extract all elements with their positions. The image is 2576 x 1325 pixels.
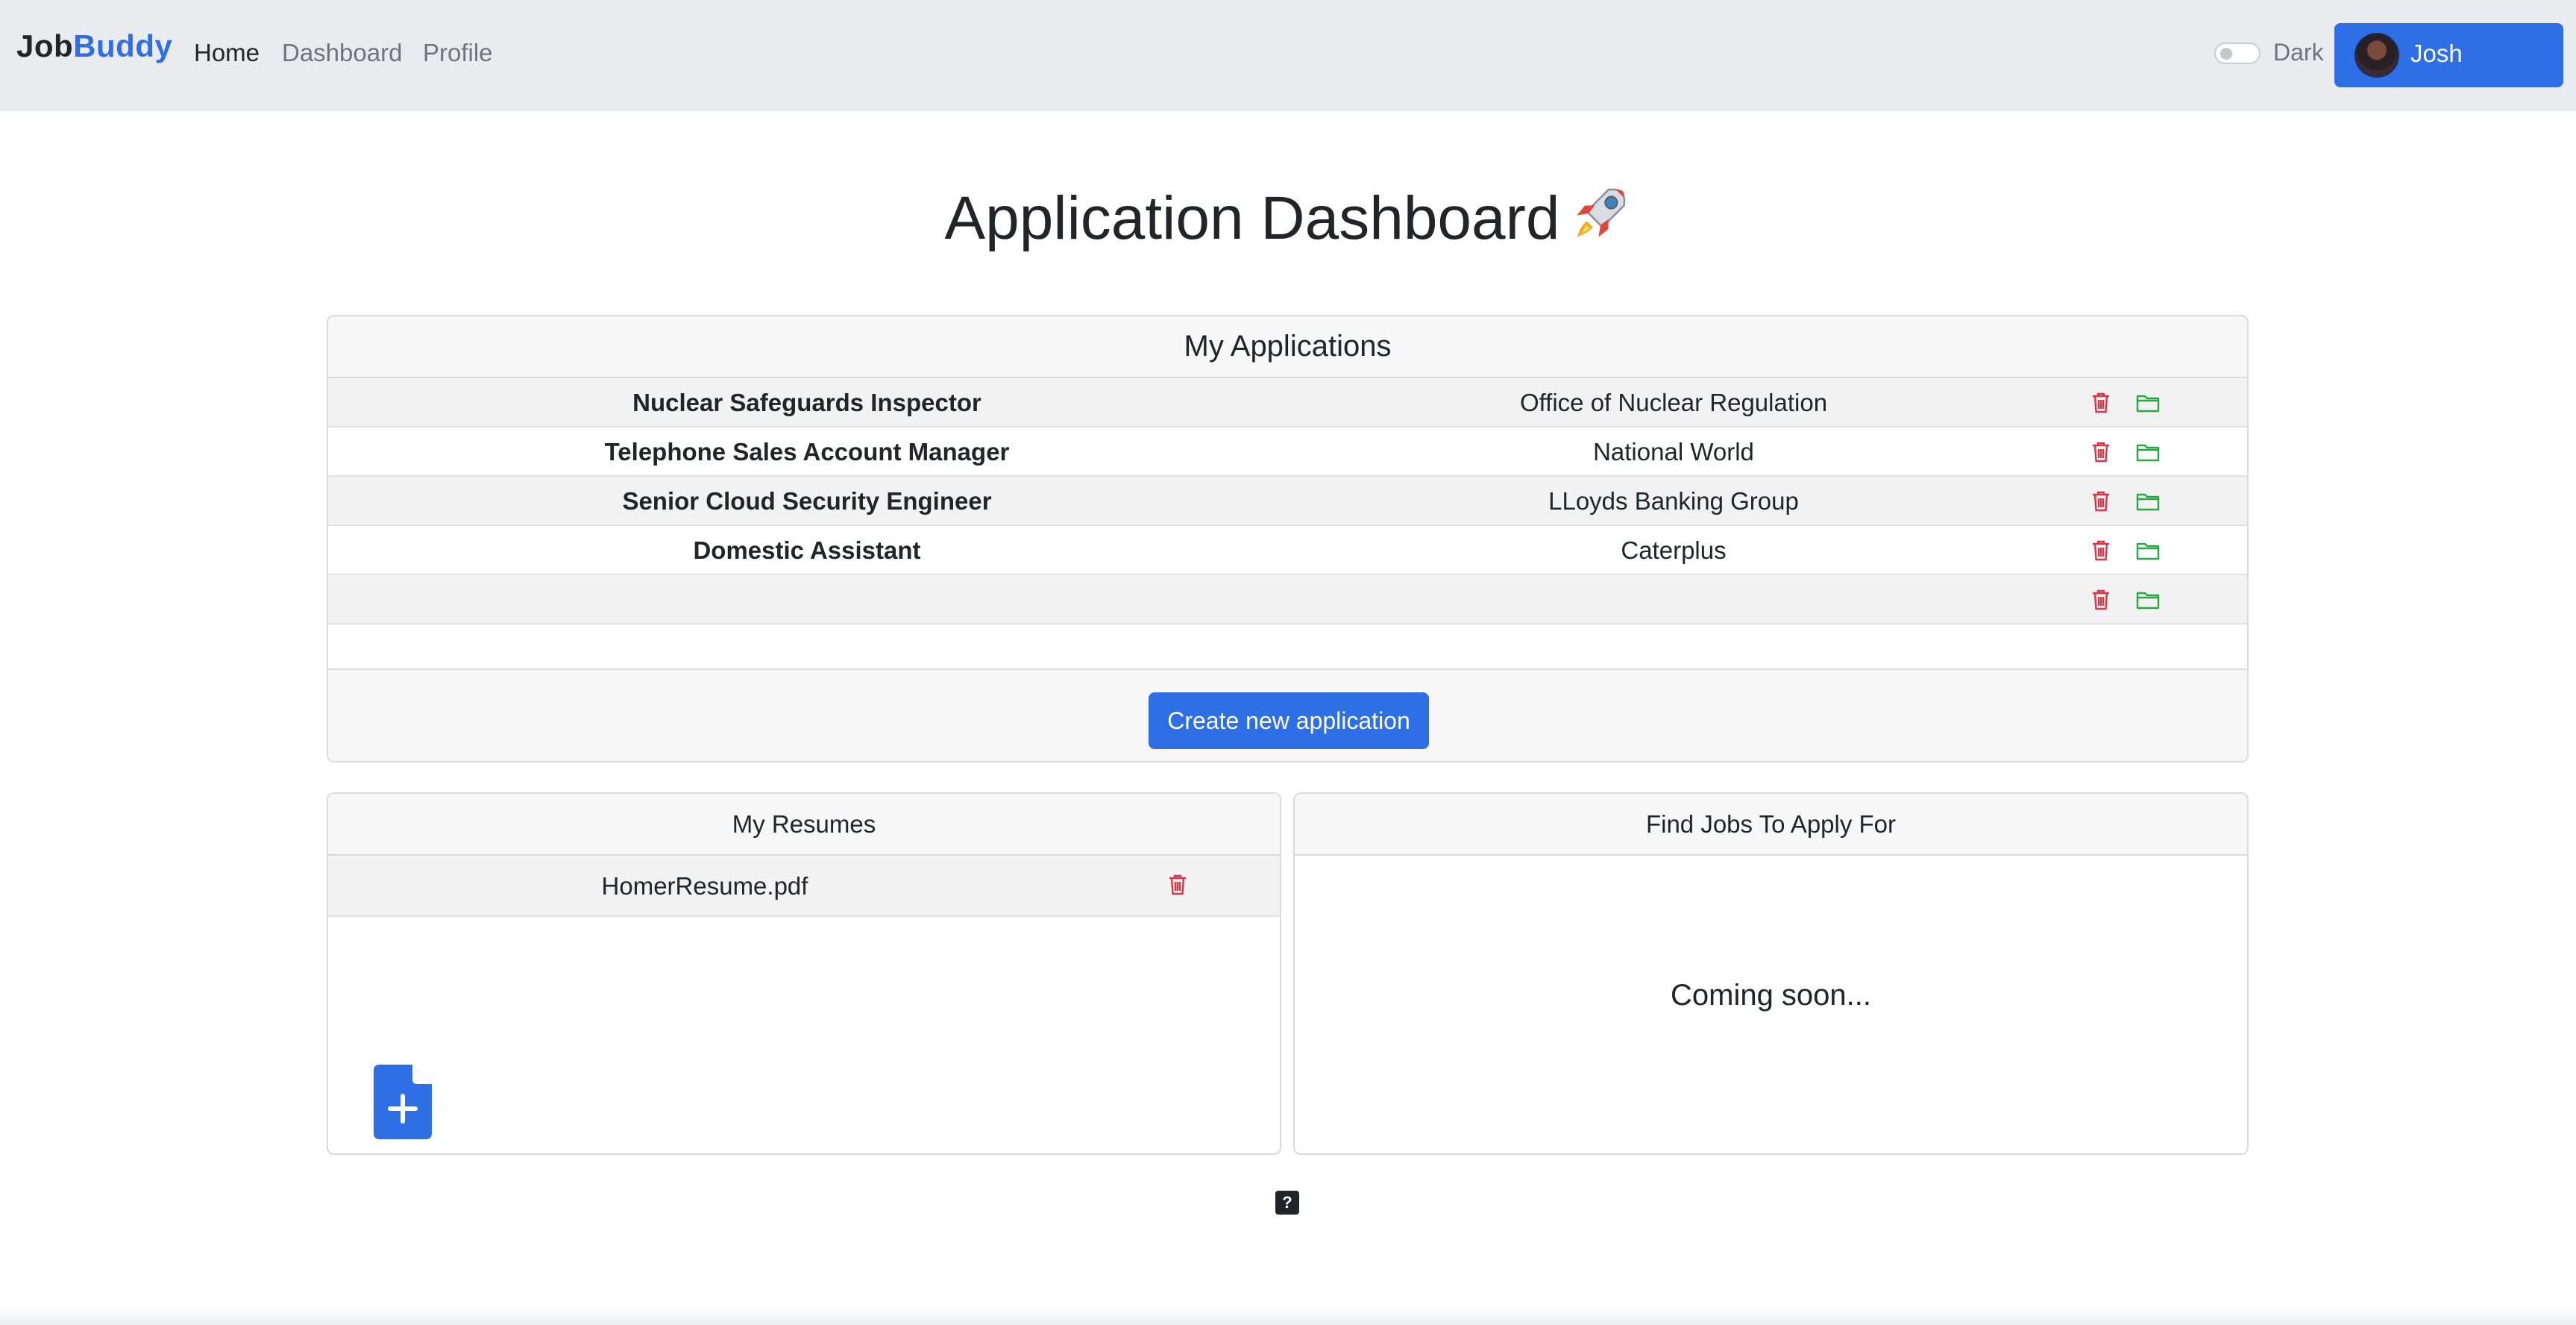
create-application-button[interactable]: Create new application — [1149, 692, 1429, 749]
folder-icon[interactable] — [2136, 393, 2160, 413]
page-title-text: Application Dashboard — [944, 184, 1560, 252]
trash-icon[interactable] — [2091, 490, 2111, 513]
application-company: Caterplus — [1621, 536, 1727, 564]
application-company: LLoyds Banking Group — [1548, 487, 1799, 515]
folder-icon[interactable] — [2136, 442, 2160, 462]
folder-icon[interactable] — [2136, 541, 2160, 560]
application-row[interactable]: Telephone Sales Account Manager National… — [328, 427, 2247, 477]
applications-card: My Applications Nuclear Safeguards Inspe… — [327, 315, 2249, 762]
navbar: JobBuddy Home Dashboard Profile Dark Jos… — [0, 0, 2576, 111]
application-row[interactable]: Nuclear Safeguards Inspector Office of N… — [328, 378, 2247, 427]
resume-item[interactable]: HomerResume.pdf — [328, 856, 1280, 917]
nav-link-dashboard[interactable]: Dashboard — [282, 39, 402, 67]
brand-logo[interactable]: JobBuddy — [16, 28, 172, 64]
nav-link-profile[interactable]: Profile — [423, 39, 493, 67]
user-menu-button[interactable]: Josh — [2334, 23, 2563, 87]
application-title: Domestic Assistant — [693, 536, 921, 564]
resume-name: HomerResume.pdf — [601, 872, 808, 900]
trash-icon[interactable] — [2091, 392, 2111, 414]
help-button[interactable]: ? — [1275, 1191, 1299, 1215]
folder-icon[interactable] — [2136, 590, 2160, 610]
application-company: National World — [1593, 438, 1754, 466]
dark-mode-label: Dark — [2273, 39, 2324, 66]
add-file-icon[interactable] — [374, 1065, 432, 1139]
page-title: Application Dashboard — [0, 182, 2576, 254]
resumes-header: My Resumes — [328, 794, 1280, 856]
applications-header: My Applications — [328, 316, 2247, 378]
user-name: Josh — [2410, 40, 2463, 67]
trash-icon[interactable] — [2091, 441, 2111, 463]
brand-part-job: Job — [16, 28, 74, 63]
coming-soon-message: Coming soon... — [1670, 979, 1872, 1012]
brand-part-buddy: Buddy — [73, 28, 173, 63]
application-row[interactable]: Domestic Assistant Caterplus — [328, 526, 2247, 575]
dark-mode-toggle[interactable] — [2214, 43, 2261, 64]
trash-icon[interactable] — [2091, 539, 2111, 562]
application-row[interactable]: Senior Cloud Security Engineer LLoyds Ba… — [328, 477, 2247, 526]
trash-icon[interactable] — [1168, 874, 1187, 896]
application-title: Senior Cloud Security Engineer — [622, 487, 992, 515]
application-company: Office of Nuclear Regulation — [1519, 389, 1828, 416]
rocket-icon — [1577, 188, 1625, 237]
trash-icon[interactable] — [2091, 589, 2111, 611]
avatar — [2354, 33, 2399, 78]
find-jobs-header: Find Jobs To Apply For — [1295, 794, 2247, 856]
application-row[interactable] — [328, 575, 2247, 624]
nav-link-home[interactable]: Home — [194, 39, 260, 67]
application-title: Telephone Sales Account Manager — [604, 438, 1010, 466]
applications-footer: Create new application — [328, 668, 2247, 761]
resumes-card: My Resumes HomerResume.pdf — [327, 792, 1281, 1155]
find-jobs-card: Find Jobs To Apply For Coming soon... — [1293, 792, 2249, 1155]
folder-icon[interactable] — [2136, 492, 2160, 511]
toggle-knob — [2220, 48, 2232, 60]
page-bottom-edge — [0, 1307, 2576, 1325]
application-title: Nuclear Safeguards Inspector — [632, 389, 981, 416]
